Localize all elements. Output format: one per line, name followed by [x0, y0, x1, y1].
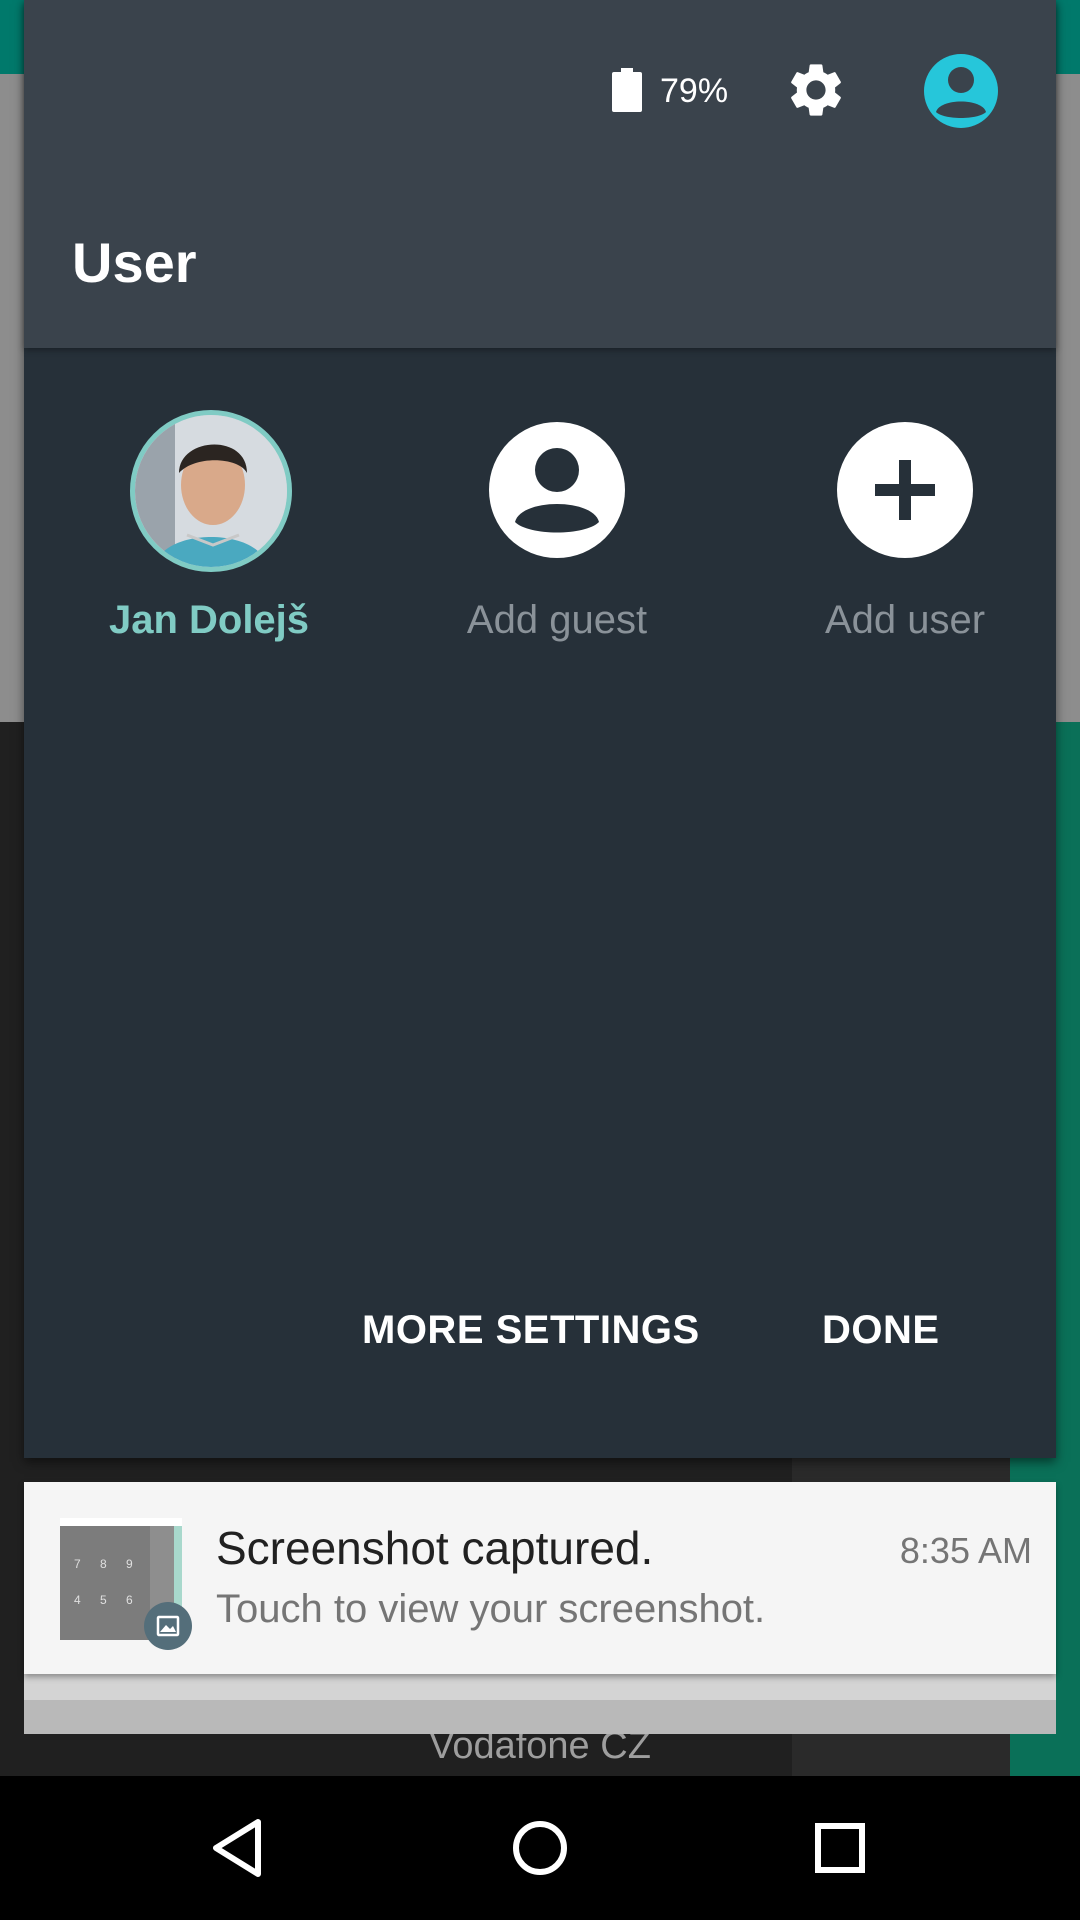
add-guest-label: Add guest [466, 598, 648, 642]
notification-text: Touch to view your screenshot. [216, 1587, 766, 1631]
thumb-key: 9 [126, 1557, 133, 1571]
screenshot-notification[interactable]: 7 8 9 4 5 6 Screenshot captured. 8:35 AM… [24, 1482, 1056, 1674]
home-icon[interactable] [500, 1808, 580, 1888]
gear-icon[interactable] [784, 58, 848, 122]
done-button[interactable]: DONE [822, 1300, 940, 1360]
avatar [130, 410, 292, 572]
recents-icon[interactable] [800, 1808, 880, 1888]
more-settings-button[interactable]: MORE SETTINGS [362, 1300, 700, 1360]
back-icon[interactable] [200, 1808, 280, 1888]
user-switcher-panel: 79% User Jan Dolejš Add guest Add user M… [24, 0, 1056, 1458]
add-user-tile[interactable]: Add user [740, 410, 1040, 660]
battery-icon [612, 68, 642, 112]
panel-title: User [72, 231, 197, 294]
person-icon [489, 422, 625, 558]
user-name-label: Jan Dolejš [108, 598, 310, 642]
panel-header: 79% User [24, 0, 1056, 348]
add-guest-tile[interactable]: Add guest [392, 410, 692, 660]
thumb-key: 6 [126, 1593, 133, 1607]
user-tile-jan[interactable]: Jan Dolejš [44, 410, 344, 660]
account-circle-icon[interactable] [924, 54, 998, 128]
thumb-key: 7 [74, 1557, 81, 1571]
battery-percent: 79% [660, 72, 729, 110]
add-user-label: Add user [824, 598, 986, 642]
notification-title: Screenshot captured. [216, 1522, 654, 1574]
thumb-key: 5 [100, 1593, 107, 1607]
thumb-key: 8 [100, 1557, 107, 1571]
notification-time: 8:35 AM [899, 1530, 1032, 1571]
add-icon [837, 422, 973, 558]
thumb-key: 4 [74, 1593, 81, 1607]
navigation-bar [0, 1776, 1080, 1920]
image-icon [144, 1602, 192, 1650]
